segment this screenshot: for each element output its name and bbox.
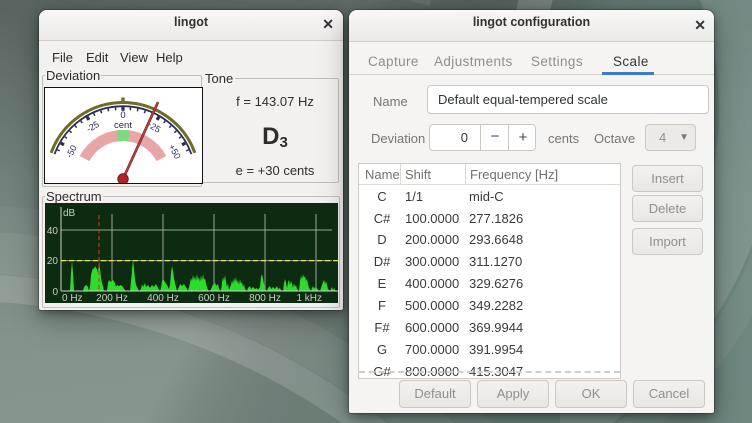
svg-text:0: 0 [52,287,58,298]
svg-text:+50: +50 [167,142,183,160]
svg-text:400 Hz: 400 Hz [147,293,179,303]
svg-text:20: 20 [47,256,59,267]
svg-text:200 Hz: 200 Hz [96,293,128,303]
svg-text:cent: cent [114,120,132,131]
svg-text:600 Hz: 600 Hz [198,293,230,303]
svg-text:dB: dB [63,208,76,219]
svg-text:-50: -50 [64,143,79,159]
svg-text:800 Hz: 800 Hz [249,293,281,303]
svg-text:-25: -25 [85,119,101,134]
svg-text:40: 40 [47,226,59,237]
svg-text:0 Hz: 0 Hz [62,293,83,303]
svg-text:1 kHz: 1 kHz [296,293,322,303]
